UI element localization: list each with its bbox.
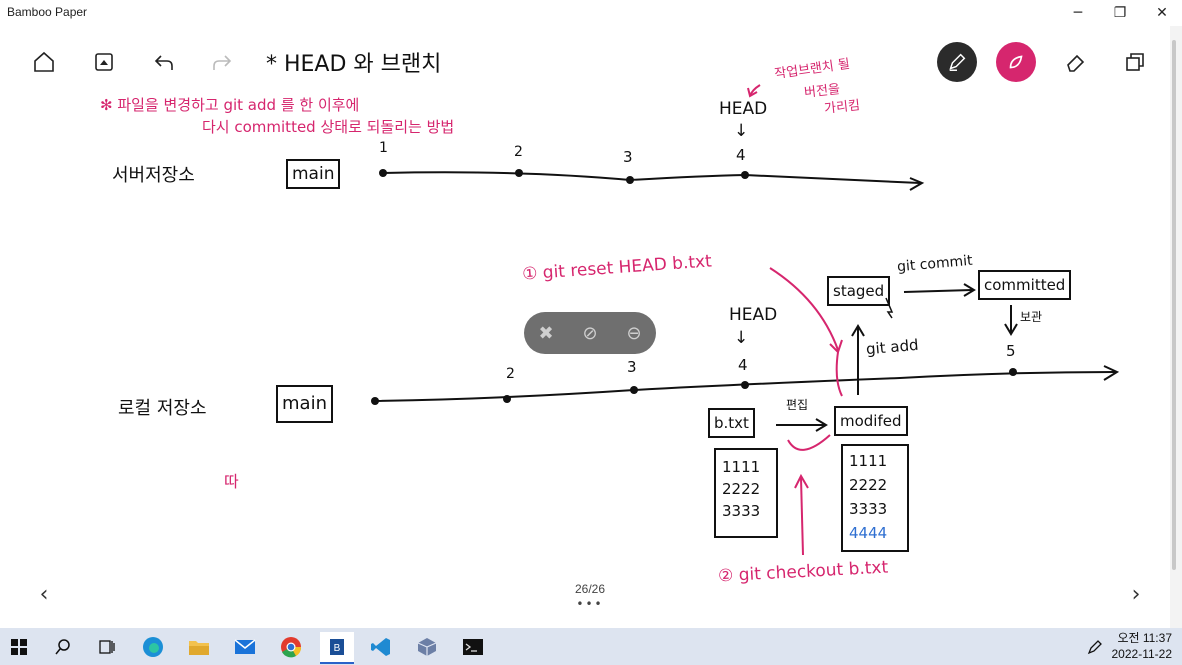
pin-off-icon[interactable]: ✖ — [531, 323, 561, 344]
local-tick-5: 5 — [1006, 342, 1016, 360]
windows-start-icon[interactable] — [4, 632, 34, 662]
more-options-icon[interactable]: ••• — [570, 597, 610, 611]
committed-box: committed — [978, 270, 1072, 300]
btxt-box: b.txt — [708, 408, 755, 438]
server-tick-4: 4 — [736, 146, 746, 164]
local-tick-2: 2 — [506, 366, 515, 382]
local-head-arrow: ↓ — [734, 328, 749, 348]
minus-circle-icon[interactable]: ⊖ — [619, 323, 649, 344]
clock-time: 오전 11:37 — [1117, 631, 1172, 645]
server-tick-3: 3 — [623, 148, 633, 166]
modified-box: modifed — [834, 406, 908, 436]
stray-mark: 따 — [224, 472, 239, 491]
save-label: 보관 — [1020, 310, 1043, 324]
search-icon[interactable] — [48, 632, 78, 662]
taskbar — [0, 628, 1182, 665]
server-head-arrow: ↓ — [734, 121, 749, 141]
server-tick-1: 1 — [379, 140, 388, 156]
staged-box: staged — [827, 276, 891, 306]
local-head-label: HEAD — [729, 305, 778, 325]
server-head-label: HEAD — [719, 99, 768, 119]
local-tick-4: 4 — [738, 356, 748, 374]
next-page-icon[interactable]: › — [1124, 582, 1148, 607]
sound-off-icon[interactable]: ⊘ — [575, 323, 605, 344]
virtualbox-icon[interactable] — [412, 632, 442, 662]
mail-icon[interactable] — [230, 632, 260, 662]
task-view-icon[interactable] — [92, 632, 122, 662]
prev-page-icon[interactable]: ‹ — [32, 582, 56, 607]
server-tick-2: 2 — [514, 144, 523, 160]
floating-toolbar: ✖ ⊘ ⊖ — [524, 312, 656, 354]
edge-browser-icon[interactable] — [138, 632, 168, 662]
clock-date: 2022-11-22 — [1111, 647, 1173, 661]
terminal-icon[interactable] — [458, 632, 488, 662]
svg-text:B: B — [334, 643, 341, 654]
local-tick-3: 3 — [627, 358, 637, 376]
file-content-after: 1111 2222 3333 4444 — [841, 444, 909, 552]
edit-label: 편집 — [786, 398, 809, 412]
chrome-icon[interactable] — [276, 632, 306, 662]
taskbar-clock[interactable]: 오전 11:37 2022-11-22 — [1112, 630, 1173, 662]
pen-input-icon[interactable] — [1080, 632, 1110, 662]
vscode-icon[interactable] — [366, 632, 396, 662]
page-counter: 26/26 — [574, 582, 606, 596]
bamboo-paper-icon[interactable]: B — [320, 632, 354, 664]
file-explorer-icon[interactable] — [184, 632, 214, 662]
file-content-before: 1111 2222 3333 — [714, 448, 778, 538]
